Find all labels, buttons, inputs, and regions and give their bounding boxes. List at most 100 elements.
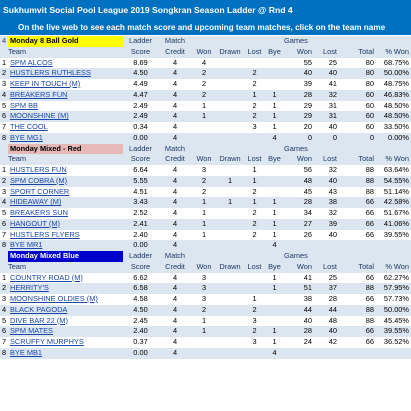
matches-bye: 1 — [265, 122, 284, 133]
games-total: 66 — [339, 294, 376, 305]
team-link[interactable]: HUSTLERS RUTHLESS — [8, 68, 123, 79]
position: 8 — [0, 240, 8, 251]
empty-cell — [244, 143, 265, 155]
team-link[interactable]: DIVE BAR 22 (M) — [8, 315, 123, 327]
win-percentage: 39.55% — [376, 326, 411, 337]
match-credit: 4 — [158, 347, 192, 359]
match-credit: 4 — [158, 197, 192, 208]
games-total: 66 — [339, 272, 376, 284]
games-lost: 37 — [314, 283, 339, 294]
match-credit: 4 — [158, 186, 192, 198]
position: 2 — [0, 68, 8, 79]
table-row: 5 SPM BB 2.49 4 1 2 1 29 31 60 48.50% — [0, 100, 411, 112]
table-row: 2 HERRITY'S 6.58 4 3 1 51 37 88 57.95% — [0, 283, 411, 294]
matches-won: 1 — [192, 229, 216, 241]
empty-cell — [314, 251, 339, 262]
team-link[interactable]: BYE MB1 — [8, 347, 123, 359]
matches-lost: 2 — [244, 186, 265, 198]
empty-cell — [244, 251, 265, 262]
team-link[interactable]: BLACK PAGODA — [8, 304, 123, 316]
ladder-score: 4.58 — [123, 294, 158, 305]
ladder-score: 2.49 — [123, 100, 158, 112]
position: 5 — [0, 208, 8, 219]
ladder-score: 4.50 — [123, 68, 158, 79]
column-header-row: Team Score Credit Won Drawn Lost Bye Won Lost Tot… — [0, 154, 411, 165]
matches-drawn — [216, 283, 244, 294]
games-lost — [314, 347, 339, 359]
ladder-table: 4 Monday 8 Ball Gold Ladder Match Games Team S… — [0, 36, 411, 359]
team-link[interactable]: SPM MATES — [8, 326, 123, 337]
win-percentage: 57.73% — [376, 294, 411, 305]
games-won: 55 — [284, 57, 314, 69]
matches-drawn — [216, 89, 244, 101]
team-link[interactable]: HANGOUT (M) — [8, 218, 123, 230]
games-total: 88 — [339, 186, 376, 198]
team-link[interactable]: THE COOL — [8, 122, 123, 133]
position: 6 — [0, 111, 8, 122]
matches-drawn — [216, 79, 244, 90]
win-percentage: 50.00% — [376, 68, 411, 79]
match-credit: 4 — [158, 57, 192, 69]
games-lost: 39 — [314, 218, 339, 230]
ladder-score: 6.62 — [123, 272, 158, 284]
position: 7 — [0, 122, 8, 133]
matches-drawn — [216, 294, 244, 305]
win-percentage: 50.00% — [376, 304, 411, 316]
games-won: 29 — [284, 100, 314, 112]
win-percentage: 48.50% — [376, 111, 411, 122]
team-link[interactable]: MOONSHINE (M) — [8, 111, 123, 122]
position: 2 — [0, 283, 8, 294]
games-won: 24 — [284, 337, 314, 348]
drawn-heading: Drawn — [216, 261, 244, 273]
win-percentage: 45.45% — [376, 315, 411, 327]
match-credit: 4 — [158, 208, 192, 219]
team-link[interactable]: SPM ALCOS — [8, 57, 123, 69]
table-row: 4 HIDEAWAY (M) 3.43 4 1 1 1 1 28 38 66 42.58% — [0, 197, 411, 208]
team-link[interactable]: SCRUFFY MURPHYS — [8, 337, 123, 348]
team-link[interactable]: BREAKERS SUN — [8, 208, 123, 219]
empty-cell — [192, 36, 216, 47]
matches-lost — [244, 347, 265, 359]
games-won: 41 — [284, 272, 314, 284]
pct-heading: % Won — [376, 46, 411, 58]
matches-bye: 4 — [265, 347, 284, 359]
games-lost: 31 — [314, 100, 339, 112]
table-row: 8 BYE MR1 0.00 4 4 — [0, 240, 411, 251]
games-total: 0 — [339, 132, 376, 144]
position: 5 — [0, 315, 8, 327]
matches-drawn — [216, 240, 244, 251]
team-link[interactable]: HERRITY'S — [8, 283, 123, 294]
team-link[interactable]: HUSTLERS FLYERS — [8, 229, 123, 241]
team-link[interactable]: HUSTLERS FUN — [8, 165, 123, 176]
team-link[interactable]: HIDEAWAY (M) — [8, 197, 123, 208]
matches-lost: 2 — [244, 111, 265, 122]
win-percentage — [376, 240, 411, 251]
matches-lost — [244, 57, 265, 69]
matches-bye — [265, 315, 284, 327]
team-link[interactable]: SPORT CORNER — [8, 186, 123, 198]
team-link[interactable]: BYE MG1 — [8, 132, 123, 144]
position: 6 — [0, 218, 8, 230]
games-won: 20 — [284, 122, 314, 133]
team-link[interactable]: BREAKERS FUN — [8, 89, 123, 101]
team-link[interactable]: SPM BB — [8, 100, 123, 112]
games-total: 66 — [339, 326, 376, 337]
matches-won: 1 — [192, 208, 216, 219]
team-link[interactable]: BYE MR1 — [8, 240, 123, 251]
games-won: 27 — [284, 218, 314, 230]
games-lost: 40 — [314, 122, 339, 133]
match-credit: 4 — [158, 100, 192, 112]
table-row: 4 BLACK PAGODA 4.50 4 2 2 44 44 88 50.00% — [0, 304, 411, 316]
team-link[interactable]: KEEP IN TOUCH (M) — [8, 79, 123, 90]
team-link[interactable]: MOONSHINE OLDIES (M) — [8, 294, 123, 305]
games-won: 51 — [284, 283, 314, 294]
games-lost: 25 — [314, 57, 339, 69]
table-row: 3 KEEP IN TOUCH (M) 4.49 4 2 2 39 41 80 48.75% — [0, 79, 411, 90]
gwon-heading: Won — [284, 154, 314, 165]
games-total: 60 — [339, 122, 376, 133]
team-link[interactable]: COUNTRY ROAD (M) — [8, 272, 123, 284]
section-label: Monday 8 Ball Gold — [8, 36, 123, 47]
section-header-row: 4 Monday 8 Ball Gold Ladder Match Games — [0, 36, 411, 47]
team-link[interactable]: SPM COBRA (M) — [8, 175, 123, 187]
empty-cell — [216, 143, 244, 155]
